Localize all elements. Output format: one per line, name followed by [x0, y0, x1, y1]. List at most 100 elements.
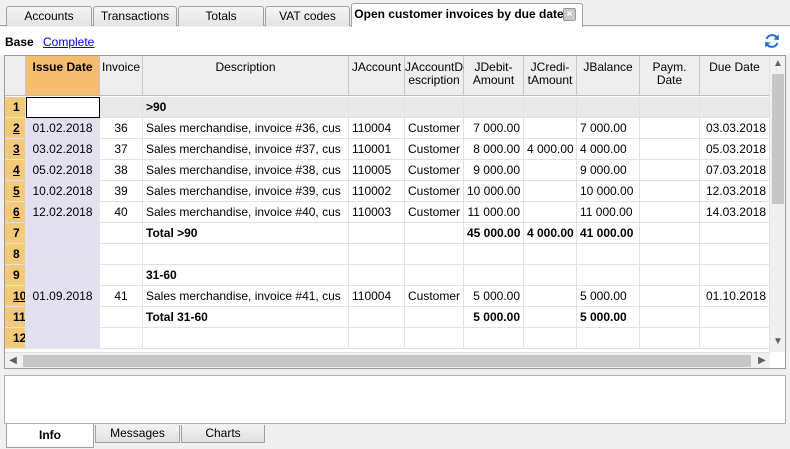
table-cell-description[interactable] [143, 328, 349, 349]
table-cell-payment-date[interactable] [640, 328, 700, 349]
table-cell-payment-date[interactable] [640, 307, 700, 328]
table-cell-payment-date[interactable] [640, 160, 700, 181]
table-cell-credit-amount[interactable] [524, 97, 577, 118]
row-number[interactable]: 9 [5, 265, 26, 286]
table-cell-invoice[interactable] [100, 328, 143, 349]
table-cell-account-description[interactable] [405, 223, 464, 244]
table-cell-account[interactable] [349, 244, 405, 265]
view-base[interactable]: Base [5, 35, 34, 49]
table-cell-description[interactable]: Sales merchandise, invoice #39, cus [143, 181, 349, 202]
table-cell-description[interactable]: Total >90 [143, 223, 349, 244]
table-cell-due-date[interactable] [700, 307, 770, 328]
table-cell-payment-date[interactable] [640, 139, 700, 160]
scroll-right-icon[interactable]: ▶ [754, 353, 770, 368]
horizontal-scroll-thumb[interactable] [23, 355, 751, 367]
table-cell-balance[interactable]: 41 000.00 [577, 223, 640, 244]
table-cell-credit-amount[interactable] [524, 307, 577, 328]
table-cell-description[interactable]: 31-60 [143, 265, 349, 286]
table-cell-issue-date[interactable] [26, 223, 100, 244]
column-header-description[interactable]: Description [143, 56, 349, 96]
table-cell-credit-amount[interactable] [524, 202, 577, 223]
table-cell-balance[interactable]: 9 000.00 [577, 160, 640, 181]
table-cell-payment-date[interactable] [640, 286, 700, 307]
table-cell-balance[interactable] [577, 244, 640, 265]
table-cell-balance[interactable]: 11 000.00 [577, 202, 640, 223]
vertical-scroll-thumb[interactable] [772, 74, 784, 204]
table-cell-invoice[interactable]: 39 [100, 181, 143, 202]
tab-info[interactable]: Info [6, 424, 94, 448]
table-cell-credit-amount[interactable]: 4 000.00 [524, 223, 577, 244]
table-cell-description[interactable]: Sales merchandise, invoice #40, cus [143, 202, 349, 223]
table-cell-invoice[interactable]: 41 [100, 286, 143, 307]
table-cell-invoice[interactable]: 37 [100, 139, 143, 160]
table-cell-account[interactable] [349, 307, 405, 328]
table-cell-balance[interactable]: 7 000.00 [577, 118, 640, 139]
tab-totals[interactable]: Totals [178, 6, 264, 26]
table-cell-due-date[interactable]: 07.03.2018 [700, 160, 770, 181]
refresh-icon[interactable] [762, 31, 782, 51]
tab-open-customer-invoices[interactable]: Open customer invoices by due date × [351, 3, 583, 27]
table-cell-issue-date[interactable]: 10.02.2018 [26, 181, 100, 202]
view-complete-link[interactable]: Complete [43, 35, 94, 49]
table-cell-issue-date[interactable]: 01.09.2018 [26, 286, 100, 307]
table-cell-balance[interactable] [577, 328, 640, 349]
table-cell-due-date[interactable] [700, 223, 770, 244]
table-cell-account[interactable] [349, 97, 405, 118]
table-cell-debit-amount[interactable]: 45 000.00 [464, 223, 524, 244]
table-cell-description[interactable] [143, 244, 349, 265]
table-cell-credit-amount[interactable] [524, 265, 577, 286]
table-cell-account-description[interactable] [405, 265, 464, 286]
table-cell-invoice[interactable]: 36 [100, 118, 143, 139]
table-cell-debit-amount[interactable]: 5 000.00 [464, 286, 524, 307]
tab-messages[interactable]: Messages [95, 425, 180, 443]
table-cell-issue-date[interactable] [26, 244, 100, 265]
table-cell-issue-date[interactable] [26, 307, 100, 328]
table-cell-issue-date[interactable] [26, 97, 100, 118]
table-cell-invoice[interactable] [100, 97, 143, 118]
table-cell-account-description[interactable] [405, 328, 464, 349]
table-cell-credit-amount[interactable] [524, 328, 577, 349]
table-cell-due-date[interactable] [700, 265, 770, 286]
table-cell-description[interactable]: Sales merchandise, invoice #41, cus [143, 286, 349, 307]
column-header-balance[interactable]: JBalance [577, 56, 640, 96]
table-cell-due-date[interactable]: 05.03.2018 [700, 139, 770, 160]
table-cell-debit-amount[interactable]: 10 000.00 [464, 181, 524, 202]
header-corner[interactable] [5, 56, 26, 96]
table-cell-description[interactable]: Sales merchandise, invoice #37, cus [143, 139, 349, 160]
table-cell-due-date[interactable]: 12.03.2018 [700, 181, 770, 202]
table-cell-credit-amount[interactable] [524, 244, 577, 265]
row-number[interactable]: 8 [5, 244, 26, 265]
table-cell-due-date[interactable] [700, 244, 770, 265]
column-header-credit-amount[interactable]: JCredi-tAmount [524, 56, 577, 96]
table-cell-debit-amount[interactable]: 11 000.00 [464, 202, 524, 223]
table-cell-account[interactable]: 110005 [349, 160, 405, 181]
row-number[interactable]: 2 [5, 118, 26, 139]
tab-charts[interactable]: Charts [181, 425, 265, 443]
row-number[interactable]: 5 [5, 181, 26, 202]
table-cell-account[interactable]: 110004 [349, 118, 405, 139]
vertical-scrollbar[interactable]: ▲ ▼ [769, 56, 785, 352]
table-cell-balance[interactable] [577, 265, 640, 286]
table-cell-invoice[interactable]: 38 [100, 160, 143, 181]
table-cell-issue-date[interactable] [26, 265, 100, 286]
tab-transactions[interactable]: Transactions [93, 6, 177, 26]
table-cell-description[interactable]: Total 31-60 [143, 307, 349, 328]
table-cell-description[interactable]: Sales merchandise, invoice #36, cus [143, 118, 349, 139]
table-cell-account[interactable]: 110004 [349, 286, 405, 307]
table-cell-due-date[interactable]: 14.03.2018 [700, 202, 770, 223]
table-cell-issue-date[interactable]: 01.02.2018 [26, 118, 100, 139]
table-cell-debit-amount[interactable]: 9 000.00 [464, 160, 524, 181]
table-cell-issue-date[interactable] [26, 328, 100, 349]
table-cell-account[interactable] [349, 223, 405, 244]
column-header-account[interactable]: JAccount [349, 56, 405, 96]
invoices-table[interactable]: Issue Date Invoice Description JAccount JAcc… [4, 55, 786, 369]
table-cell-account-description[interactable]: Customer [405, 160, 464, 181]
table-cell-due-date[interactable] [700, 328, 770, 349]
table-cell-description[interactable]: Sales merchandise, invoice #38, cus [143, 160, 349, 181]
table-cell-account[interactable]: 110003 [349, 202, 405, 223]
table-cell-account-description[interactable]: Customer [405, 139, 464, 160]
table-cell-credit-amount[interactable] [524, 118, 577, 139]
scroll-left-icon[interactable]: ◀ [5, 353, 21, 368]
scroll-up-icon[interactable]: ▲ [770, 56, 785, 72]
scroll-down-icon[interactable]: ▼ [770, 334, 785, 350]
